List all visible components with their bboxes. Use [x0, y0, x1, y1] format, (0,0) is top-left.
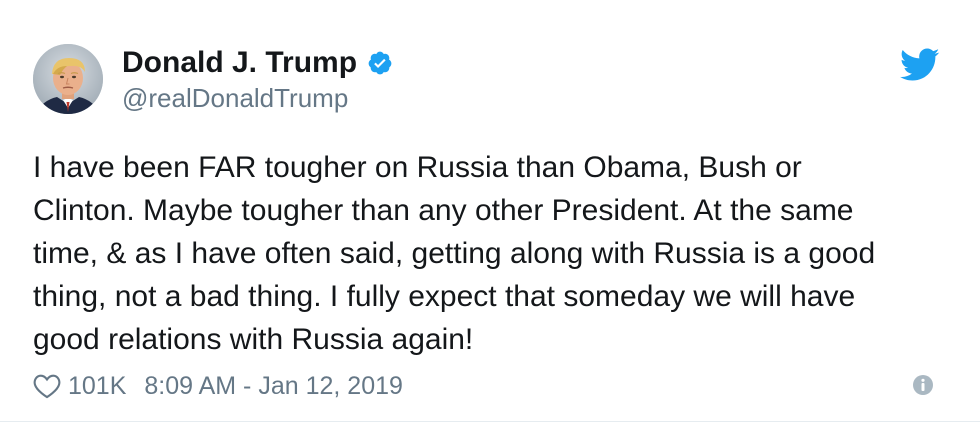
info-icon[interactable]	[912, 374, 934, 396]
verified-badge-icon	[367, 50, 393, 76]
tweet-text-line: thing, not a bad thing. I fully expect t…	[33, 280, 856, 313]
user-handle[interactable]: @realDonaldTrump	[122, 82, 393, 114]
tweet-card: Donald J. Trump @realDonaldTrump I have …	[0, 0, 980, 426]
heart-icon	[33, 373, 61, 399]
like-count: 101K	[68, 371, 127, 400]
tweet-timestamp[interactable]: 8:09 AM - Jan 12, 2019	[144, 372, 403, 401]
tweet-text-line: good relations with Russia again!	[33, 323, 474, 356]
tweet-text: I have been FAR tougher on Russia than O…	[33, 146, 948, 361]
user-block[interactable]: Donald J. Trump @realDonaldTrump	[122, 44, 393, 114]
tweet-text-line: I have been FAR tougher on Russia than O…	[33, 151, 802, 184]
tweet-footer: 101K 8:09 AM - Jan 12, 2019	[33, 369, 403, 403]
avatar[interactable]	[33, 44, 103, 114]
tweet-text-line: time, & as I have often said, getting al…	[33, 237, 876, 270]
tweet-text-line: Clinton. Maybe tougher than any other Pr…	[33, 194, 854, 227]
bottom-divider	[0, 421, 980, 422]
like-button[interactable]: 101K	[33, 372, 126, 401]
avatar-image	[33, 44, 103, 114]
twitter-bird-icon[interactable]	[899, 48, 940, 82]
display-name-row: Donald J. Trump	[122, 44, 393, 82]
display-name[interactable]: Donald J. Trump	[122, 44, 357, 82]
